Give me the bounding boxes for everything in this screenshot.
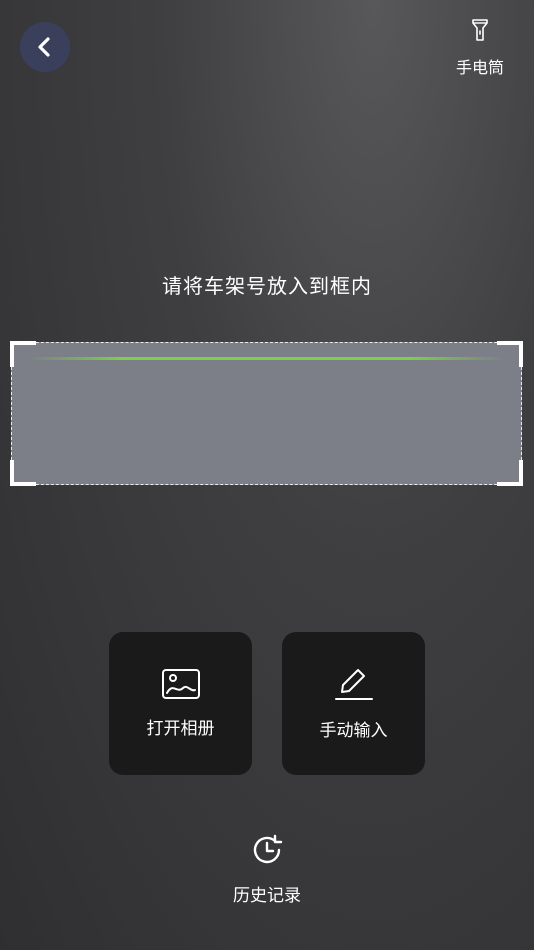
open-album-button[interactable]: 打开相册 [109, 632, 252, 775]
history-clock-icon [253, 834, 283, 864]
torch-button[interactable]: 手电筒 [450, 18, 510, 78]
scan-hint: 请将车架号放入到框内 [162, 274, 372, 298]
corner-bottom-left [10, 460, 36, 486]
open-album-label: 打开相册 [146, 719, 215, 739]
pencil-icon [334, 669, 373, 700]
history-label: 历史记录 [233, 886, 301, 906]
corner-top-right [497, 341, 523, 367]
flashlight-icon [472, 19, 488, 41]
torch-label: 手电筒 [455, 58, 504, 77]
scan-line [28, 357, 505, 360]
manual-input-button[interactable]: 手动输入 [282, 632, 425, 775]
history-button[interactable]: 历史记录 [0, 833, 534, 906]
corner-top-left [10, 341, 36, 367]
scan-frame [10, 341, 523, 486]
back-button[interactable] [20, 22, 70, 72]
manual-input-label: 手动输入 [319, 721, 388, 741]
chevron-left-icon [38, 37, 50, 57]
corner-bottom-right [497, 460, 523, 486]
image-icon [161, 669, 200, 699]
